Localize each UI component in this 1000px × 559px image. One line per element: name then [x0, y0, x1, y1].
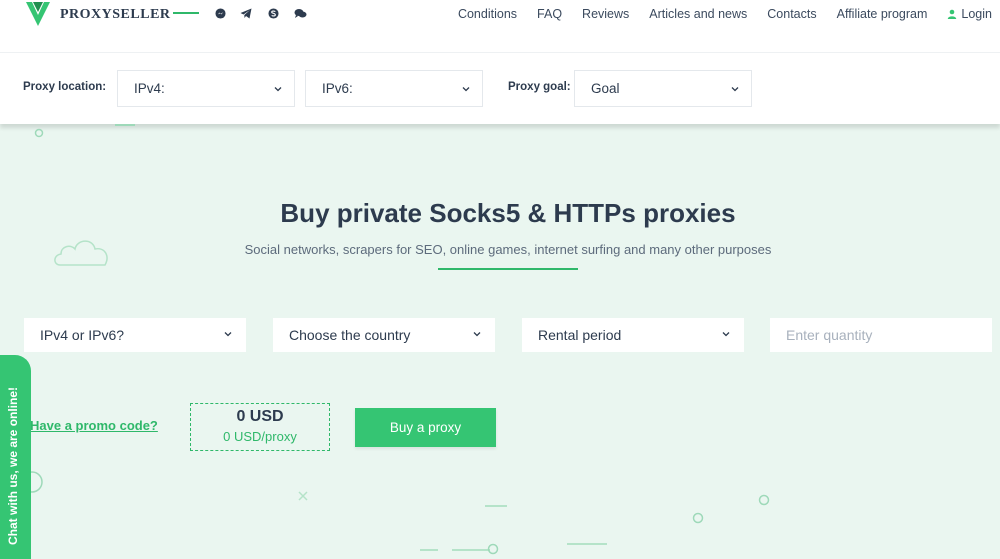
- price-per-proxy: 0 USD/proxy: [223, 429, 297, 444]
- chevron-down-icon: [224, 332, 232, 337]
- chevron-down-icon: [473, 332, 481, 337]
- login-label: Login: [961, 7, 992, 21]
- line-decoration: [485, 505, 507, 507]
- circle-decoration: [34, 128, 44, 138]
- chevron-down-icon: [722, 332, 730, 337]
- chevron-down-icon: [462, 87, 470, 92]
- nav-contacts[interactable]: Contacts: [767, 7, 816, 21]
- proxy-location-label: Proxy location:: [23, 81, 107, 93]
- total-price: 0 USD: [236, 408, 284, 425]
- line-decoration: [452, 549, 490, 551]
- title-underline: [438, 268, 578, 270]
- proxy-goal-label: Proxy goal:: [508, 81, 571, 93]
- nav-articles[interactable]: Articles and news: [649, 7, 747, 21]
- rental-period-value: Rental period: [538, 327, 622, 343]
- promo-code-link[interactable]: Have a promo code?: [30, 418, 158, 433]
- main-nav: Conditions FAQ Reviews Articles and news…: [458, 0, 1000, 28]
- ip-version-select[interactable]: IPv4 or IPv6?: [24, 318, 246, 352]
- quantity-input[interactable]: [770, 318, 992, 352]
- page-subtitle: Social networks, scrapers for SEO, onlin…: [244, 242, 772, 257]
- country-value: Choose the country: [289, 327, 411, 343]
- filter-bar: Proxy location: IPv4: IPv6: Proxy goal: …: [0, 52, 1000, 124]
- ipv4-select-value: IPv4:: [134, 81, 165, 96]
- user-icon: [948, 9, 957, 19]
- skype-icon[interactable]: [266, 6, 280, 20]
- line-decoration: [420, 549, 438, 551]
- line-decoration: [567, 543, 607, 545]
- messenger-icon[interactable]: [213, 6, 227, 20]
- ipv6-select-value: IPv6:: [322, 81, 353, 96]
- price-summary: 0 USD 0 USD/proxy: [190, 403, 330, 451]
- circle-decoration: [692, 512, 704, 524]
- ipv4-select[interactable]: IPv4:: [117, 70, 295, 107]
- nav-conditions[interactable]: Conditions: [458, 7, 517, 21]
- nav-reviews[interactable]: Reviews: [582, 7, 629, 21]
- ip-version-value: IPv4 or IPv6?: [40, 327, 125, 343]
- page-title: Buy private Socks5 & HTTPs proxies: [280, 198, 736, 228]
- ipv6-select[interactable]: IPv6:: [305, 70, 483, 107]
- nav-faq[interactable]: FAQ: [537, 7, 562, 21]
- goal-select[interactable]: Goal: [574, 70, 752, 107]
- rental-period-select[interactable]: Rental period: [522, 318, 744, 352]
- goal-select-value: Goal: [591, 81, 620, 96]
- chat-widget-label: Chat with us, we are online!: [6, 386, 20, 545]
- chevron-down-icon: [274, 87, 282, 92]
- chevron-down-icon: [731, 87, 739, 92]
- chat-bubbles-icon[interactable]: [293, 6, 307, 20]
- cross-decoration: [298, 491, 308, 501]
- country-select[interactable]: Choose the country: [273, 318, 495, 352]
- circle-decoration: [758, 494, 770, 506]
- login-link[interactable]: Login: [947, 7, 992, 21]
- logo-icon: [26, 2, 50, 26]
- telegram-icon[interactable]: [239, 6, 253, 20]
- circle-decoration: [487, 543, 499, 555]
- nav-affiliate[interactable]: Affiliate program: [837, 7, 928, 21]
- divider-line: [173, 12, 199, 14]
- top-navigation: PROXYSELLER Conditions FAQ Reviews Artic…: [0, 0, 1000, 52]
- line-decoration: [115, 124, 135, 126]
- logo-text: PROXYSELLER: [60, 7, 171, 22]
- buy-proxy-button[interactable]: Buy a proxy: [355, 408, 496, 447]
- logo[interactable]: PROXYSELLER: [24, 0, 171, 30]
